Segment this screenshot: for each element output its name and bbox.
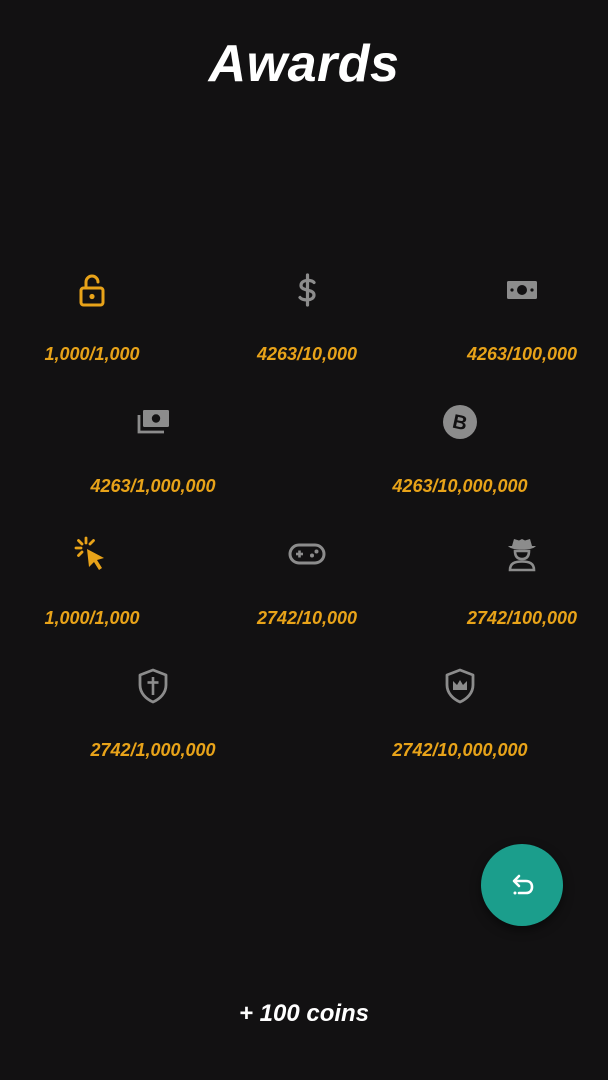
award-item: B 4263/10,000,000: [360, 402, 560, 497]
award-progress: 4263/100,000: [466, 344, 578, 364]
award-item: 4263/1,000,000: [53, 402, 253, 497]
award-item: 1,000/1,000: [0, 534, 192, 629]
shield-crown-icon: [445, 668, 475, 704]
award-progress: 4263/10,000,000: [392, 476, 528, 496]
award-item: 4263/10,000: [207, 270, 407, 365]
award-progress: 1,000/1,000: [44, 344, 140, 364]
cursor-click-icon: [74, 536, 104, 570]
award-progress: 2742/10,000,000: [392, 740, 528, 760]
award-progress: 1,000/1,000: [44, 608, 140, 628]
banknote-icon: [507, 281, 537, 299]
award-progress: 4263/10,000: [256, 344, 358, 364]
award-progress: 4263/1,000,000: [90, 476, 216, 496]
gamepad-icon: [288, 543, 326, 565]
dollar-icon: [298, 273, 316, 307]
undo-arrow-icon: [512, 874, 534, 895]
shield-cross-icon: [138, 668, 168, 704]
award-item: 2742/10,000,000: [360, 666, 560, 761]
lock-open-icon: [79, 274, 105, 307]
coins-reward-text: + 100 coins: [238, 1000, 370, 1027]
bitcoin-icon: B: [443, 405, 477, 439]
money-stack-icon: [137, 410, 169, 434]
award-progress: 2742/1,000,000: [90, 740, 216, 760]
award-item: 2742/10,000: [207, 534, 407, 629]
award-item: 2742/1,000,000: [53, 666, 253, 761]
award-item: 1,000/1,000: [0, 270, 192, 365]
award-item: 2742/100,000: [422, 534, 608, 629]
back-button[interactable]: [481, 844, 563, 926]
award-item: 4263/100,000: [422, 270, 608, 365]
award-progress: 2742/10,000: [256, 608, 358, 628]
page-title: Awards: [208, 35, 400, 93]
award-progress: 2742/100,000: [466, 608, 578, 628]
cowboy-icon: [508, 539, 536, 572]
